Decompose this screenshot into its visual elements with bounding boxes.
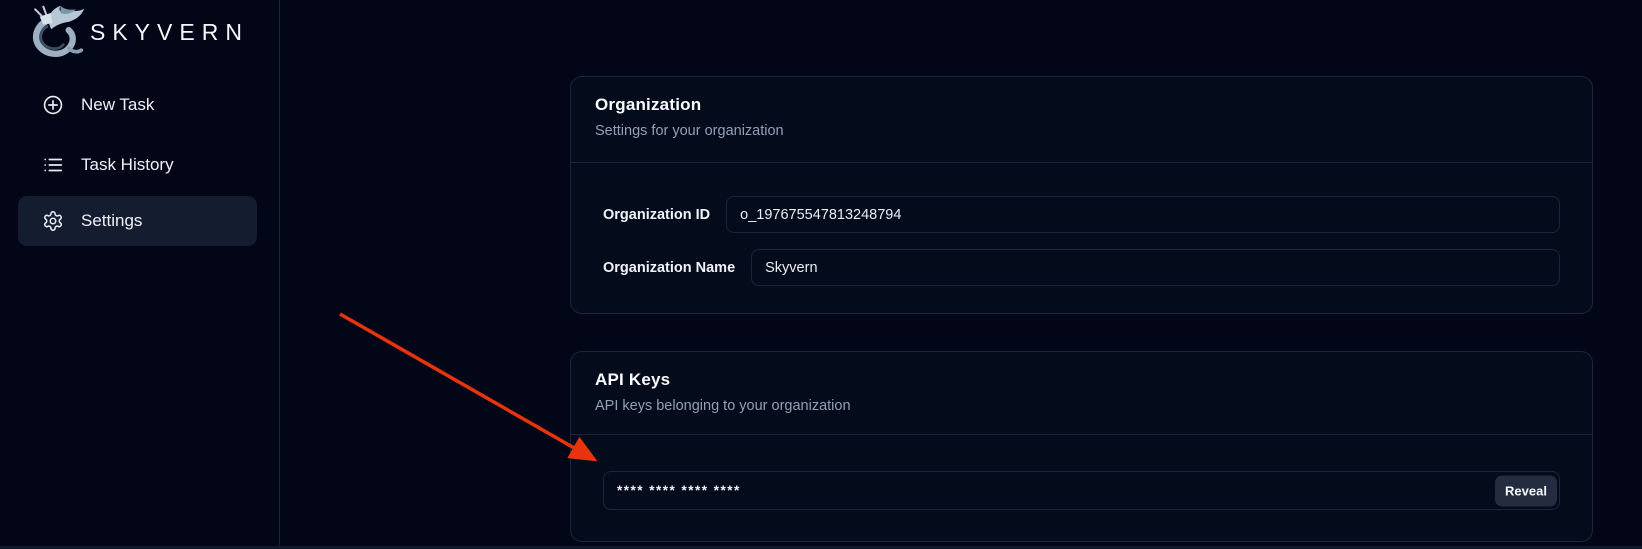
- api-keys-card-header: API Keys API keys belonging to your orga…: [571, 352, 1592, 434]
- sidebar-item-label: Settings: [81, 211, 142, 231]
- card-description: Settings for your organization: [595, 123, 1568, 139]
- organization-id-label: Organization ID: [603, 207, 710, 223]
- organization-card-header: Organization Settings for your organizat…: [571, 77, 1592, 162]
- organization-card: Organization Settings for your organizat…: [570, 76, 1593, 314]
- skyvern-dragon-logo-icon: [26, 3, 86, 61]
- app-logo: SKYVERN: [26, 2, 249, 62]
- organization-name-label: Organization Name: [603, 260, 735, 276]
- sidebar-item-new-task[interactable]: New Task: [18, 80, 257, 130]
- api-keys-card: API Keys API keys belonging to your orga…: [570, 351, 1593, 542]
- sidebar-item-label: New Task: [81, 95, 154, 115]
- card-title: API Keys: [595, 370, 1568, 390]
- gear-icon: [42, 210, 64, 232]
- circle-plus-icon: [42, 94, 64, 116]
- sidebar-item-settings[interactable]: Settings: [18, 196, 257, 246]
- sidebar-item-label: Task History: [81, 155, 174, 175]
- api-key-field-group: Reveal: [603, 471, 1560, 510]
- organization-id-row: Organization ID: [603, 196, 1560, 233]
- app-logo-text: SKYVERN: [90, 19, 249, 46]
- organization-card-content: Organization ID Organization Name: [571, 163, 1592, 286]
- sidebar-item-task-history[interactable]: Task History: [18, 140, 257, 190]
- api-keys-card-content: Reveal: [571, 435, 1592, 510]
- organization-name-input[interactable]: [751, 249, 1560, 286]
- sidebar: SKYVERN New Task Task History Settings: [0, 0, 280, 549]
- api-key-masked-input[interactable]: [603, 471, 1560, 510]
- card-title: Organization: [595, 95, 1568, 115]
- card-description: API keys belonging to your organization: [595, 398, 1568, 414]
- reveal-button[interactable]: Reveal: [1495, 475, 1557, 506]
- list-icon: [42, 154, 64, 176]
- organization-name-row: Organization Name: [603, 249, 1560, 286]
- organization-id-input[interactable]: [726, 196, 1560, 233]
